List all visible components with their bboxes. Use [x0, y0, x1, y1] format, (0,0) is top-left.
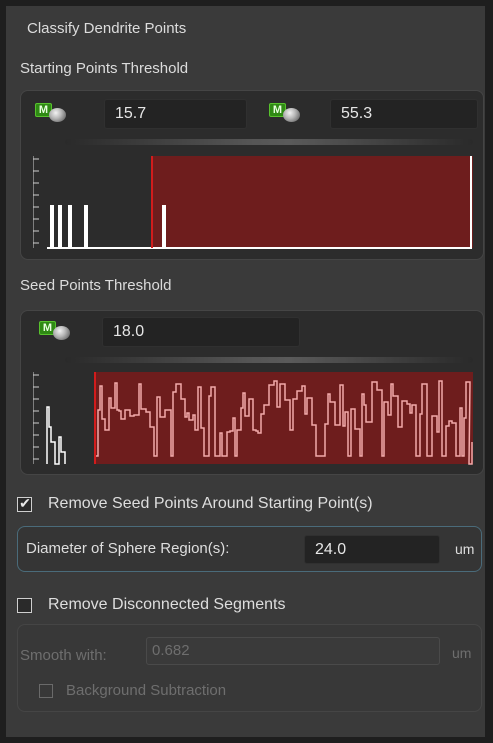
seed-mode-button[interactable]: M [39, 321, 73, 343]
starting-points-label: Starting Points Threshold [20, 60, 189, 77]
diameter-label: Diameter of Sphere Region(s): [26, 540, 230, 557]
seed-threshold-slider[interactable] [65, 357, 473, 363]
classify-dendrite-panel: Classify Dendrite Points Starting Points… [6, 6, 485, 737]
disc-icon [53, 326, 70, 340]
starting-low-mode-button[interactable]: M [35, 103, 69, 125]
remove-disconnected-checkbox[interactable] [17, 598, 32, 613]
selected-range [152, 156, 473, 248]
seed-points-label: Seed Points Threshold [20, 277, 172, 294]
starting-high-mode-button[interactable]: M [269, 103, 303, 125]
starting-low-threshold-field[interactable]: 15.7 [104, 99, 247, 129]
diameter-unit: um [455, 541, 475, 557]
remove-seed-points-label: Remove Seed Points Around Starting Point… [48, 495, 373, 512]
starting-points-histogram-box: M 15.7 M 55.3 [20, 90, 484, 260]
smooth-label: Smooth with: [20, 647, 107, 664]
starting-high-threshold-field[interactable]: 55.3 [330, 99, 478, 129]
seed-points-histogram-box: M 18.0 [20, 310, 484, 475]
disc-icon [283, 108, 300, 122]
seed-points-histogram[interactable] [33, 367, 475, 467]
histogram-line-unselected [46, 406, 66, 465]
remove-seed-points-checkbox[interactable]: ✔ [17, 495, 32, 512]
diameter-field[interactable]: 24.0 [304, 535, 440, 564]
starting-threshold-slider[interactable] [65, 139, 473, 145]
check-icon: ✔ [19, 495, 31, 511]
smooth-unit: um [452, 645, 472, 661]
remove-disconnected-label: Remove Disconnected Segments [48, 596, 286, 613]
seed-threshold-field[interactable]: 18.0 [102, 317, 300, 347]
smooth-group: Smooth with: 0.682 um Background Subtrac… [17, 624, 482, 712]
panel-title: Classify Dendrite Points [27, 20, 187, 37]
diameter-group: Diameter of Sphere Region(s): 24.0 um [17, 526, 482, 572]
background-subtraction-checkbox[interactable] [39, 684, 53, 698]
smooth-field[interactable]: 0.682 [146, 637, 440, 665]
disc-icon [49, 108, 66, 122]
background-subtraction-label: Background Subtraction [66, 682, 227, 699]
starting-points-histogram[interactable] [33, 151, 475, 251]
